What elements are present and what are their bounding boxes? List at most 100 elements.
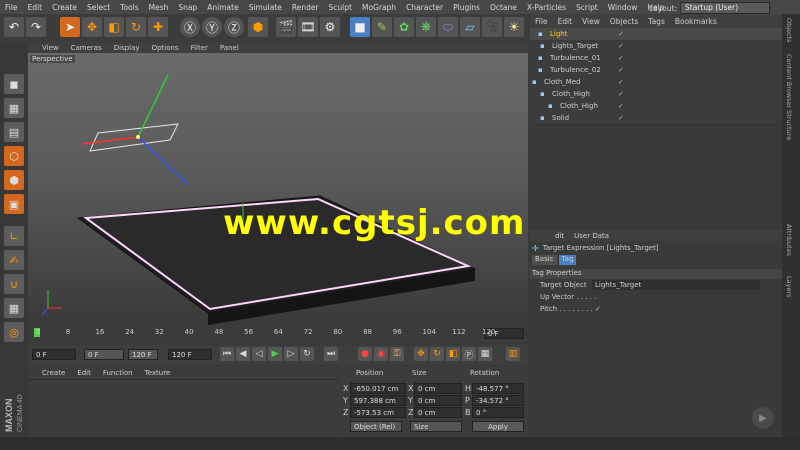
material-menu-function[interactable]: Function [97, 369, 139, 377]
property-value[interactable]: Lights_Target [592, 280, 760, 290]
coord-mode-dropdown[interactable]: Object (Rel) [350, 421, 402, 432]
keyframe-selection-icon[interactable]: ⚿ [390, 347, 404, 361]
tab-basic[interactable]: Basic [532, 255, 557, 265]
menu-item-mograph[interactable]: MoGraph [357, 3, 401, 12]
layout-selector[interactable]: Layout: Startup (User) [649, 2, 770, 14]
object-row[interactable]: ▪ Solid ✓ [530, 112, 782, 125]
rotation-field[interactable]: -48.577 ° [472, 383, 524, 394]
menu-item-file[interactable]: File [0, 3, 23, 12]
menu-item-plugins[interactable]: Plugins [448, 3, 485, 12]
timeline-ruler[interactable]: 0 F 0 8 16 24 32 40 48 56 64 72 80 88 96 104 112 120 [28, 325, 528, 343]
next-frame-icon[interactable]: ▷ [284, 347, 298, 361]
y-axis-handle[interactable] [137, 74, 169, 138]
attributes-menu-item[interactable]: User Data [569, 232, 614, 240]
redo-icon[interactable]: ↷ [26, 17, 46, 37]
rotation-field[interactable]: -34.572 ° [472, 395, 524, 406]
viewport-menu-panel[interactable]: Panel [214, 44, 245, 52]
play-icon[interactable]: ▶ [268, 347, 282, 361]
side-tab-objects[interactable]: Objects [785, 18, 793, 43]
texture-mode-icon[interactable]: ▦ [4, 98, 24, 118]
tab-tag[interactable]: Tag [558, 255, 577, 265]
side-tab-structure[interactable]: Structure [785, 110, 793, 140]
menu-item-select[interactable]: Select [82, 3, 115, 12]
add-tool-icon[interactable]: ✚ [148, 17, 168, 37]
side-tab-content-browser[interactable]: Content Browser [785, 54, 793, 108]
tweak-icon[interactable]: ✍ [4, 250, 24, 270]
object-menu-view[interactable]: View [577, 17, 605, 26]
key-param-icon[interactable]: Ⓟ [462, 347, 476, 361]
prev-frame-icon[interactable]: ◁ [252, 347, 266, 361]
viewport-menu-display[interactable]: Display [108, 44, 146, 52]
rotation-field[interactable]: 0 ° [472, 407, 524, 418]
x-axis-handle[interactable] [81, 136, 139, 145]
viewport-menu-view[interactable]: View [36, 44, 65, 52]
gizmo-center[interactable] [136, 135, 140, 139]
subdivision-icon[interactable]: ✿ [394, 17, 414, 37]
points-mode-icon[interactable]: ⬡ [4, 146, 24, 166]
coordinate-system-icon[interactable]: ⬢ [248, 17, 268, 37]
grid-icon[interactable]: ▦ [4, 298, 24, 318]
record-icon[interactable]: ● [358, 347, 372, 361]
key-position-icon[interactable]: ✥ [414, 347, 428, 361]
key-pla-icon[interactable]: ▦ [478, 347, 492, 361]
menu-item-edit[interactable]: Edit [23, 3, 48, 12]
visibility-check-icon[interactable]: ✓ [618, 64, 624, 76]
object-menu-objects[interactable]: Objects [605, 17, 643, 26]
menu-item-render[interactable]: Render [287, 3, 324, 12]
play-overlay-icon[interactable]: ▶ [752, 407, 774, 429]
visibility-check-icon[interactable]: ✓ [618, 52, 624, 64]
viewport-menu-options[interactable]: Options [146, 44, 185, 52]
render-view-icon[interactable]: 🎬 [276, 17, 296, 37]
side-tab-layers[interactable]: Layers [785, 276, 793, 298]
viewport[interactable]: Perspective www.cgtsj.com [28, 53, 528, 325]
spline-pen-icon[interactable]: ✎ [372, 17, 392, 37]
menu-item-tools[interactable]: Tools [115, 3, 143, 12]
material-menu-create[interactable]: Create [36, 369, 71, 377]
attributes-menu-item[interactable]: dit [550, 232, 569, 240]
magnet-icon[interactable]: ∪ [4, 274, 24, 294]
z-axis-handle[interactable] [137, 136, 189, 186]
visibility-check-icon[interactable]: ✓ [618, 40, 624, 52]
object-menu-edit[interactable]: Edit [553, 17, 578, 26]
object-menu-file[interactable]: File [530, 17, 553, 26]
autokey-icon[interactable]: ◉ [374, 347, 388, 361]
workplane-icon[interactable]: ▤ [4, 122, 24, 142]
side-tab-attributes[interactable]: Attributes [785, 224, 793, 256]
menu-item-script[interactable]: Script [571, 3, 603, 12]
menu-item-window[interactable]: Window [603, 3, 643, 12]
menu-item-create[interactable]: Create [47, 3, 82, 12]
object-menu-tags[interactable]: Tags [643, 17, 670, 26]
menu-item-x-particles[interactable]: X-Particles [522, 3, 571, 12]
move-tool-icon[interactable]: ✥ [82, 17, 102, 37]
axis-mode-icon[interactable]: ∟ [4, 226, 24, 246]
visibility-check-icon[interactable]: ✓ [618, 100, 624, 112]
viewport-menu-filter[interactable]: Filter [185, 44, 214, 52]
edges-mode-icon[interactable]: ⬢ [4, 170, 24, 190]
coord-size-dropdown[interactable]: Size [410, 421, 462, 432]
size-field[interactable]: 0 cm [414, 407, 462, 418]
camera-icon[interactable]: 🎥 [482, 17, 502, 37]
undo-icon[interactable]: ↶ [4, 17, 24, 37]
x-axis-icon[interactable]: Ⓧ [180, 17, 200, 37]
render-picture-icon[interactable]: 🎞 [298, 17, 318, 37]
viewport-menu-cameras[interactable]: Cameras [65, 44, 108, 52]
material-menu-texture[interactable]: Texture [139, 369, 177, 377]
key-rotation-icon[interactable]: ↻ [430, 347, 444, 361]
size-field[interactable]: 0 cm [414, 395, 462, 406]
position-field[interactable]: -573.53 cm [350, 407, 406, 418]
deformer-icon[interactable]: ⬭ [438, 17, 458, 37]
prev-key-icon[interactable]: ◀ [236, 347, 250, 361]
cube-icon[interactable]: ■ [350, 17, 370, 37]
floor-icon[interactable]: ▱ [460, 17, 480, 37]
model-mode-icon[interactable]: ◼ [4, 74, 24, 94]
menu-item-simulate[interactable]: Simulate [244, 3, 287, 12]
goto-end-icon[interactable]: ⏭ [324, 347, 338, 361]
goto-start-icon[interactable]: ⏮ [220, 347, 234, 361]
apply-button[interactable]: Apply [472, 421, 524, 432]
property-value[interactable]: ✓ [592, 304, 760, 314]
min-frame-field[interactable]: 0 F [84, 349, 124, 360]
visibility-check-icon[interactable]: ✓ [618, 112, 624, 124]
y-axis-icon[interactable]: Ⓨ [202, 17, 222, 37]
scene-canvas[interactable] [28, 53, 528, 325]
scale-tool-icon[interactable]: ◧ [104, 17, 124, 37]
